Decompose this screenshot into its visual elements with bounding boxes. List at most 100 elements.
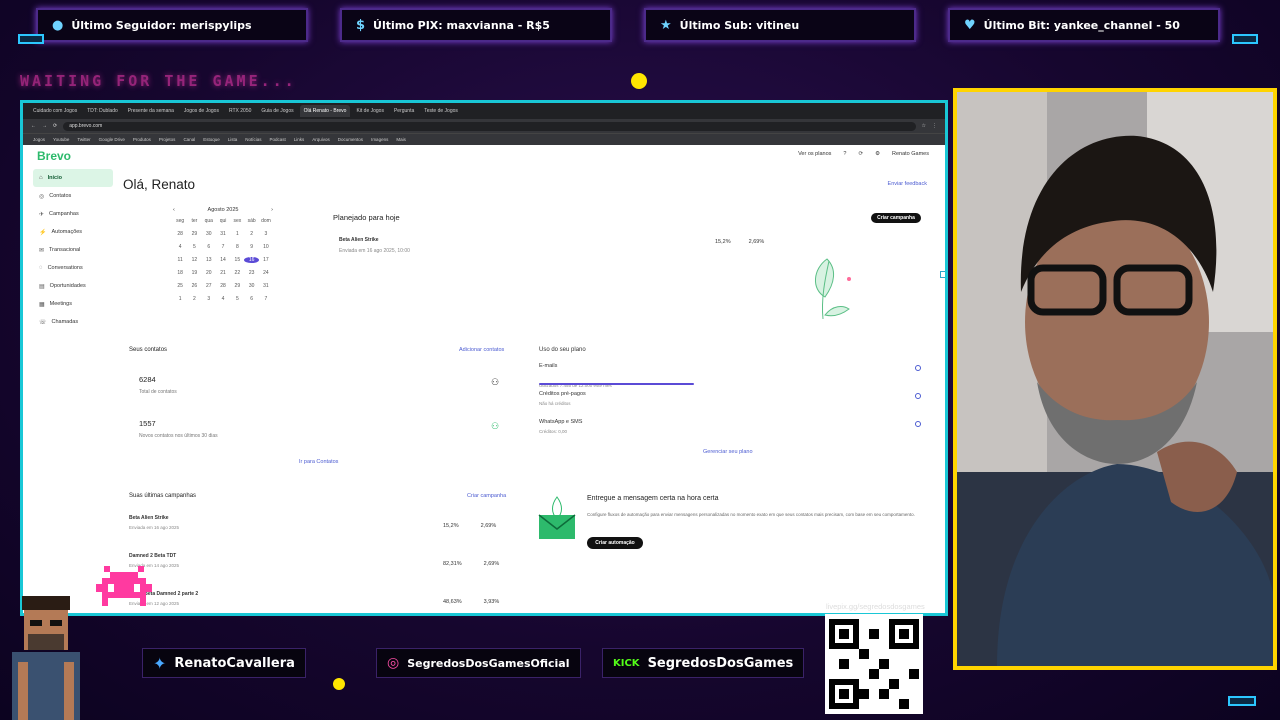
new-person-icon[interactable]: ⚇ bbox=[491, 421, 499, 432]
social-twitter[interactable]: ✦ RenatoCavallera bbox=[142, 648, 306, 678]
bookmark-item[interactable]: Mais bbox=[396, 137, 406, 142]
create-campaign-link[interactable]: Criar campanha bbox=[467, 493, 506, 499]
brevo-logo[interactable]: Brevo bbox=[37, 149, 71, 163]
campaign-row[interactable]: Damned 2 Beta TDT Enviada em 14 ago 2025… bbox=[129, 553, 519, 591]
manage-plan-link[interactable]: Gerenciar seu plano bbox=[703, 449, 753, 455]
prev-month-icon[interactable]: ‹ bbox=[173, 207, 175, 213]
calendar-day[interactable]: 18 bbox=[173, 270, 187, 276]
bookmark-item[interactable]: Notícias bbox=[245, 137, 261, 142]
calendar-day[interactable]: 1 bbox=[173, 296, 187, 302]
calendar-day-today[interactable]: 16 bbox=[244, 257, 259, 263]
bookmark-item[interactable]: Arquivos bbox=[312, 137, 330, 142]
add-person-icon[interactable]: ⚇ bbox=[491, 377, 499, 388]
sidebar-item-transacional[interactable]: ✉ Transacional bbox=[33, 241, 113, 259]
bookmark-item[interactable]: Twitter bbox=[77, 137, 90, 142]
browser-tab[interactable]: Presente da semana bbox=[124, 105, 178, 117]
create-automation-button[interactable]: Criar automação bbox=[587, 537, 643, 549]
sidebar-item-conversations[interactable]: ◌ Conversations bbox=[33, 259, 113, 277]
notifications-icon[interactable]: ⟳ bbox=[858, 151, 863, 157]
calendar-day[interactable]: 29 bbox=[230, 283, 244, 289]
url-input[interactable]: app.brevo.com bbox=[63, 121, 916, 131]
planned-item[interactable]: Beta Alien Strike Enviada em 16 ago 2025… bbox=[339, 237, 410, 254]
calendar-day[interactable]: 30 bbox=[244, 283, 258, 289]
calendar-day[interactable]: 3 bbox=[202, 296, 216, 302]
calendar-day[interactable]: 25 bbox=[173, 283, 187, 289]
browser-tab[interactable]: RTX 2050 bbox=[225, 105, 255, 117]
calendar-day[interactable]: 28 bbox=[216, 283, 230, 289]
calendar-day[interactable]: 9 bbox=[244, 244, 258, 250]
sidebar-item-meetings[interactable]: ▦ Meetings bbox=[33, 295, 113, 313]
sidebar-item-automacoes[interactable]: ⚡ Automações bbox=[33, 223, 113, 241]
calendar-day[interactable]: 6 bbox=[244, 296, 258, 302]
calendar-day[interactable]: 15 bbox=[230, 257, 244, 263]
calendar-day[interactable]: 6 bbox=[202, 244, 216, 250]
calendar-day[interactable]: 20 bbox=[202, 270, 216, 276]
account-menu[interactable]: Renato Games bbox=[892, 151, 929, 157]
calendar-day[interactable]: 5 bbox=[230, 296, 244, 302]
calendar-day[interactable]: 31 bbox=[259, 283, 273, 289]
bookmark-item[interactable]: Produtos bbox=[133, 137, 151, 142]
browser-tab[interactable]: Teste de Jogos bbox=[420, 105, 462, 117]
browser-tab[interactable]: Kit de Jogos bbox=[352, 105, 388, 117]
campaign-row[interactable]: Demo Beta Damned 2 parte 2 Enviada em 12… bbox=[129, 591, 519, 613]
scrollbar-handle[interactable] bbox=[940, 271, 945, 278]
calendar-day[interactable]: 3 bbox=[259, 231, 273, 237]
calendar-day[interactable]: 14 bbox=[216, 257, 230, 263]
info-icon[interactable] bbox=[915, 393, 921, 399]
bookmark-item[interactable]: Projetos bbox=[159, 137, 176, 142]
feedback-link[interactable]: Enviar feedback bbox=[888, 181, 927, 187]
browser-tab[interactable]: Pergunta bbox=[390, 105, 418, 117]
sidebar-item-campanhas[interactable]: ✈ Campanhas bbox=[33, 205, 113, 223]
sidebar-item-oportunidades[interactable]: ▤ Oportunidades bbox=[33, 277, 113, 295]
sidebar-item-inicio[interactable]: ⌂ Início bbox=[33, 169, 113, 187]
calendar-day[interactable]: 11 bbox=[173, 257, 187, 263]
calendar-day[interactable]: 21 bbox=[216, 270, 230, 276]
browser-tab-active[interactable]: Olá Renato - Brevo bbox=[299, 105, 351, 117]
calendar-day[interactable]: 2 bbox=[244, 231, 258, 237]
bookmark-item[interactable]: Google Drive bbox=[99, 137, 125, 142]
calendar-day[interactable]: 19 bbox=[187, 270, 201, 276]
info-icon[interactable] bbox=[915, 365, 921, 371]
browser-tab[interactable]: TDT: Dublado bbox=[83, 105, 122, 117]
plans-link[interactable]: Ver os planos bbox=[798, 151, 831, 157]
star-bookmark-icon[interactable]: ☆ bbox=[922, 123, 926, 129]
forward-icon[interactable]: → bbox=[42, 123, 47, 129]
info-icon[interactable] bbox=[915, 421, 921, 427]
calendar-day[interactable]: 10 bbox=[259, 244, 273, 250]
bookmark-item[interactable]: Jogos bbox=[33, 137, 45, 142]
qr-code[interactable] bbox=[825, 614, 923, 714]
calendar-day[interactable]: 26 bbox=[187, 283, 201, 289]
social-kick[interactable]: KICK SegredosDosGames bbox=[602, 648, 805, 678]
calendar-day[interactable]: 22 bbox=[230, 270, 244, 276]
calendar-day[interactable]: 1 bbox=[230, 231, 244, 237]
calendar-day[interactable]: 2 bbox=[187, 296, 201, 302]
calendar-day[interactable]: 7 bbox=[259, 296, 273, 302]
calendar-day[interactable]: 29 bbox=[187, 231, 201, 237]
next-month-icon[interactable]: › bbox=[271, 207, 273, 213]
calendar-day[interactable]: 17 bbox=[259, 257, 273, 263]
sidebar-item-chamadas[interactable]: ☏ Chamadas bbox=[33, 313, 113, 331]
bookmark-item[interactable]: Estoque bbox=[203, 137, 220, 142]
calendar-day[interactable]: 27 bbox=[202, 283, 216, 289]
extensions-icon[interactable]: ⋮ bbox=[932, 123, 937, 129]
bookmark-item[interactable]: Canal bbox=[183, 137, 195, 142]
bookmark-item[interactable]: Links bbox=[294, 137, 305, 142]
calendar-day[interactable]: 31 bbox=[216, 231, 230, 237]
bookmark-item[interactable]: Imagens bbox=[371, 137, 388, 142]
calendar-day[interactable]: 28 bbox=[173, 231, 187, 237]
calendar-day[interactable]: 5 bbox=[187, 244, 201, 250]
bookmark-item[interactable]: Documentos bbox=[338, 137, 363, 142]
bookmark-item[interactable]: Youtube bbox=[53, 137, 69, 142]
help-icon[interactable]: ? bbox=[843, 151, 846, 157]
social-instagram[interactable]: ◎ SegredosDosGamesOficial bbox=[376, 648, 581, 678]
back-icon[interactable]: ← bbox=[31, 123, 36, 129]
calendar-day[interactable]: 7 bbox=[216, 244, 230, 250]
sidebar-item-contatos[interactable]: ◎ Contatos bbox=[33, 187, 113, 205]
calendar-day[interactable]: 12 bbox=[187, 257, 201, 263]
bookmark-item[interactable]: Lista bbox=[228, 137, 238, 142]
reload-icon[interactable]: ⟳ bbox=[53, 123, 57, 129]
calendar-day[interactable]: 4 bbox=[173, 244, 187, 250]
calendar-day[interactable]: 23 bbox=[244, 270, 258, 276]
calendar-day[interactable]: 24 bbox=[259, 270, 273, 276]
add-contacts-link[interactable]: Adicionar contatos bbox=[459, 347, 504, 353]
